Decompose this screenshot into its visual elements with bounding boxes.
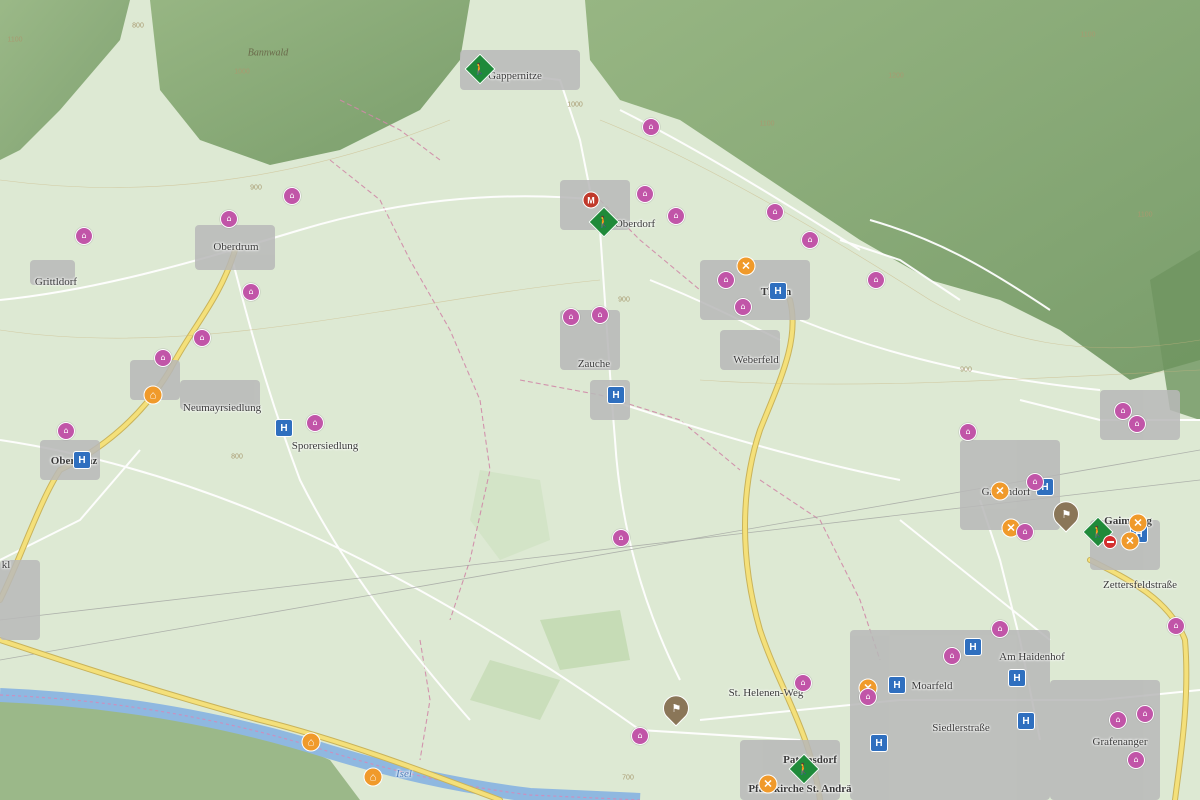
label-sporersiedlung: Sporersiedlung xyxy=(291,440,359,452)
bus-stop-icon[interactable]: H xyxy=(607,386,625,404)
elevation-label: 1100 xyxy=(1080,31,1096,39)
no-entry-icon[interactable] xyxy=(1103,535,1117,549)
label-bannwald: Bannwald xyxy=(247,47,289,59)
accommodation-icon[interactable]: ⌂ xyxy=(1109,711,1127,729)
label-gappernitze: Gappernitze xyxy=(488,70,542,82)
signpost-icon: ⚑ xyxy=(1061,507,1071,521)
label-oberdorf: Oberdorf xyxy=(614,218,656,230)
label-am-haidenhof: Am Haidenhof xyxy=(999,651,1065,663)
label-oberdrum: Oberdrum xyxy=(213,241,259,253)
label-weberfeld: Weberfeld xyxy=(733,354,779,366)
accommodation-icon[interactable]: ⌂ xyxy=(734,298,752,316)
restaurant-icon[interactable]: ✕ xyxy=(990,481,1010,501)
accommodation-icon[interactable]: ⌂ xyxy=(612,529,630,547)
elevation-label: 800 xyxy=(132,22,144,30)
bus-stop-icon[interactable]: H xyxy=(870,734,888,752)
bus-stop-icon[interactable]: H xyxy=(1017,712,1035,730)
accommodation-icon[interactable]: ⌂ xyxy=(636,185,654,203)
hiker-icon: 🚶 xyxy=(473,62,487,76)
accommodation-icon[interactable]: ⌂ xyxy=(867,271,885,289)
accommodation-icon[interactable]: ⌂ xyxy=(193,329,211,347)
accommodation-icon[interactable]: ⌂ xyxy=(283,187,301,205)
elevation-label: 1100 xyxy=(7,36,23,44)
label-neumayrsiedlung: Neumayrsiedlung xyxy=(182,402,262,414)
accommodation-icon[interactable]: ⌂ xyxy=(220,210,238,228)
hiker-icon: 🚶 xyxy=(1091,525,1105,539)
restaurant-icon[interactable]: ✕ xyxy=(736,256,756,276)
accommodation-icon[interactable]: ⌂ xyxy=(1026,473,1044,491)
bus-stop-icon[interactable]: H xyxy=(275,419,293,437)
hotel-icon[interactable]: ⌂ xyxy=(363,767,383,787)
elevation-label: 800 xyxy=(231,453,243,461)
label-moarfeld: Moarfeld xyxy=(911,680,953,692)
label-zettersfeldstrasse: Zettersfeldstraße xyxy=(1103,579,1177,591)
bus-stop-icon[interactable]: H xyxy=(1008,669,1026,687)
accommodation-icon[interactable]: ⌂ xyxy=(1127,751,1145,769)
accommodation-icon[interactable]: ⌂ xyxy=(1136,705,1154,723)
label-grafenanger: Grafenanger xyxy=(1092,736,1148,748)
label-st-helenen-weg: St. Helenen-Weg xyxy=(728,687,804,699)
accommodation-icon[interactable]: ⌂ xyxy=(794,674,812,692)
accommodation-icon[interactable]: ⌂ xyxy=(717,271,735,289)
restaurant-icon[interactable]: ✕ xyxy=(1120,531,1140,551)
museum-marker[interactable]: M xyxy=(582,191,600,209)
accommodation-icon[interactable]: ⌂ xyxy=(859,688,877,706)
hiker-icon: 🚶 xyxy=(797,762,811,776)
accommodation-icon[interactable]: ⌂ xyxy=(306,414,324,432)
accommodation-icon[interactable]: ⌂ xyxy=(801,231,819,249)
elevation-label: 1100 xyxy=(759,120,775,128)
elevation-label: 1000 xyxy=(567,101,583,109)
restaurant-icon[interactable]: ✕ xyxy=(1128,513,1148,533)
elevation-label: 900 xyxy=(960,366,972,374)
accommodation-icon[interactable]: ⌂ xyxy=(766,203,784,221)
signpost-icon: ⚑ xyxy=(671,701,681,715)
bus-stop-icon[interactable]: H xyxy=(964,638,982,656)
accommodation-icon[interactable]: ⌂ xyxy=(154,349,172,367)
bus-stop-icon[interactable]: H xyxy=(769,282,787,300)
hiker-icon: 🚶 xyxy=(597,215,611,229)
label-river-isel: Isel xyxy=(396,768,412,780)
elevation-label: 900 xyxy=(250,184,262,192)
bus-stop-icon[interactable]: H xyxy=(73,451,91,469)
accommodation-icon[interactable]: ⌂ xyxy=(562,308,580,326)
accommodation-icon[interactable]: ⌂ xyxy=(1167,617,1185,635)
hotel-icon[interactable]: ⌂ xyxy=(301,732,321,752)
restaurant-icon[interactable]: ✕ xyxy=(758,774,778,794)
accommodation-icon[interactable]: ⌂ xyxy=(631,727,649,745)
elevation-label: 900 xyxy=(618,296,630,304)
accommodation-icon[interactable]: ⌂ xyxy=(591,306,609,324)
accommodation-icon[interactable]: ⌂ xyxy=(642,118,660,136)
label-grittldorf: Grittldorf xyxy=(34,276,78,288)
label-siedlerstrasse: Siedlerstraße xyxy=(932,722,990,734)
elevation-label: 1200 xyxy=(888,72,904,80)
accommodation-icon[interactable]: ⌂ xyxy=(242,283,260,301)
accommodation-icon[interactable]: ⌂ xyxy=(991,620,1009,638)
map-canvas[interactable]: Bannwald Isel Oberdrum Grittldorf Neumay… xyxy=(0,0,1200,800)
accommodation-icon[interactable]: ⌂ xyxy=(667,207,685,225)
elevation-label: 700 xyxy=(622,774,634,782)
label-zauche: Zauche xyxy=(577,358,611,370)
accommodation-icon[interactable]: ⌂ xyxy=(1016,523,1034,541)
accommodation-icon[interactable]: ⌂ xyxy=(959,423,977,441)
elevation-label: 1000 xyxy=(234,68,250,76)
museum-icon: M xyxy=(587,195,595,205)
label-kl: kl xyxy=(1,559,11,571)
accommodation-icon[interactable]: ⌂ xyxy=(943,647,961,665)
accommodation-icon[interactable]: ⌂ xyxy=(1128,415,1146,433)
bus-stop-icon[interactable]: H xyxy=(888,676,906,694)
hotel-icon[interactable]: ⌂ xyxy=(143,385,163,405)
accommodation-icon[interactable]: ⌂ xyxy=(57,422,75,440)
elevation-label: 1100 xyxy=(1137,211,1153,219)
accommodation-icon[interactable]: ⌂ xyxy=(75,227,93,245)
